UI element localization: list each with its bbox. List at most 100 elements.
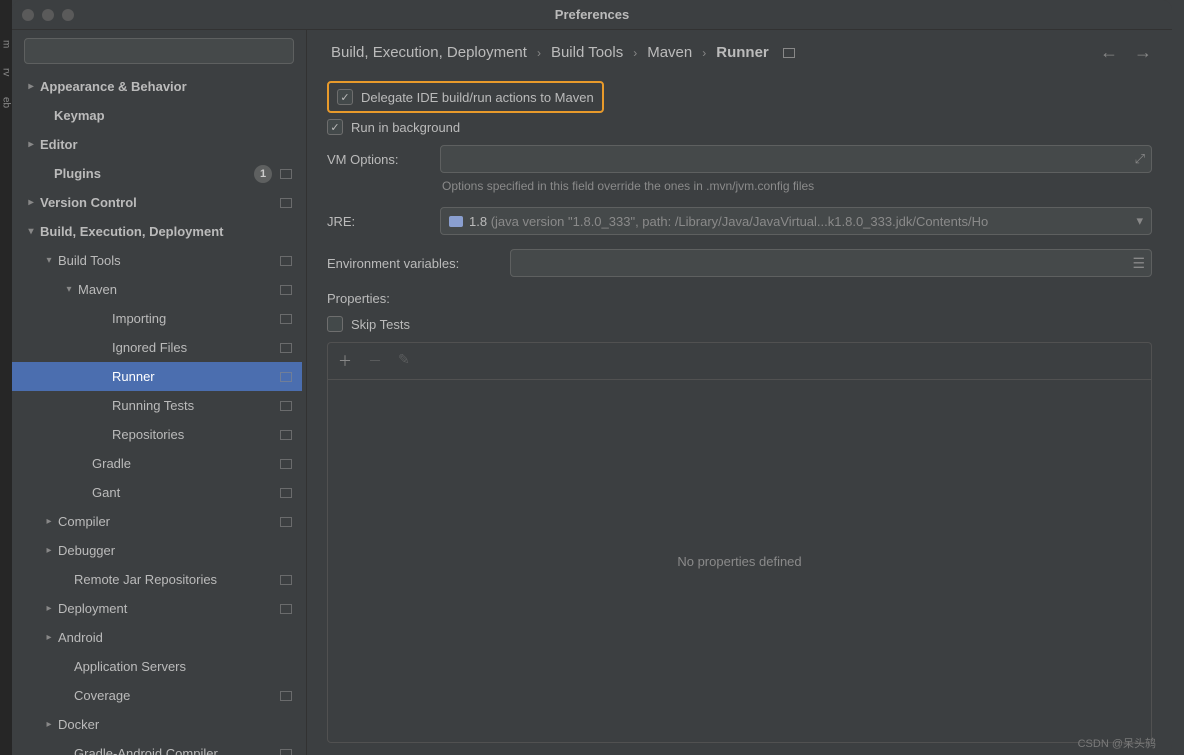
sidebar-item[interactable]: ▸Android (12, 623, 302, 652)
chevron-right-icon: › (702, 46, 706, 60)
chevron-right-icon: › (537, 46, 541, 60)
background-label: Run in background (351, 120, 460, 135)
sidebar-item[interactable]: ▾Maven (12, 275, 302, 304)
chevron-down-icon[interactable]: ▾ (24, 226, 38, 237)
sidebar-item[interactable]: ▸Appearance & Behavior (12, 72, 302, 101)
env-variables-input[interactable]: ☰ (510, 249, 1152, 277)
sidebar-item[interactable]: Importing (12, 304, 302, 333)
chevron-right-icon[interactable]: ▸ (42, 603, 56, 614)
sidebar-item-label: Maven (78, 282, 276, 297)
chevron-down-icon: ▾ (1136, 213, 1143, 229)
sidebar-item[interactable]: Repositories (12, 420, 302, 449)
project-scope-icon (280, 314, 292, 324)
project-scope-icon (280, 169, 292, 179)
project-scope-icon (280, 691, 292, 701)
nav-back-button[interactable]: ← (1100, 42, 1118, 63)
sidebar-item[interactable]: ▸Docker (12, 710, 302, 739)
chevron-right-icon[interactable]: ▸ (42, 632, 56, 643)
sidebar-item[interactable]: Coverage (12, 681, 302, 710)
sidebar-item[interactable]: Running Tests (12, 391, 302, 420)
zoom-window-button[interactable] (62, 9, 74, 21)
jre-select[interactable]: 1.8 (java version "1.8.0_333", path: /Li… (440, 207, 1152, 235)
project-scope-icon (280, 372, 292, 382)
delegate-highlight: Delegate IDE build/run actions to Maven (327, 81, 604, 113)
chevron-right-icon[interactable]: ▸ (24, 139, 38, 150)
settings-sidebar: 🔍 ▸Appearance & BehaviorKeymap▸EditorPlu… (12, 30, 307, 755)
sidebar-item-label: Plugins (54, 166, 254, 181)
chevron-right-icon: › (633, 46, 637, 60)
edit-button[interactable]: ✎ (398, 351, 410, 371)
sidebar-item[interactable]: Remote Jar Repositories (12, 565, 302, 594)
chevron-down-icon[interactable]: ▾ (42, 255, 56, 266)
delegate-label: Delegate IDE build/run actions to Maven (361, 90, 594, 105)
project-scope-icon (280, 604, 292, 614)
sidebar-item-label: Ignored Files (112, 340, 276, 355)
sidebar-item[interactable]: Runner (12, 362, 302, 391)
chevron-right-icon[interactable]: ▸ (24, 197, 38, 208)
close-window-button[interactable] (22, 9, 34, 21)
sidebar-item-label: Gradle (92, 456, 276, 471)
search-input[interactable] (24, 38, 294, 64)
expand-icon[interactable]: ⤢ (1135, 151, 1145, 167)
jre-value: 1.8 (469, 214, 487, 229)
sidebar-item[interactable]: Ignored Files (12, 333, 302, 362)
list-icon[interactable]: ☰ (1132, 255, 1145, 272)
sidebar-item[interactable]: Gradle-Android Compiler (12, 739, 302, 755)
crumb-0[interactable]: Build, Execution, Deployment (331, 44, 527, 61)
crumb-2[interactable]: Maven (647, 44, 692, 61)
sidebar-item-label: Gant (92, 485, 276, 500)
sidebar-item[interactable]: ▸Debugger (12, 536, 302, 565)
sidebar-item-label: Coverage (74, 688, 276, 703)
vm-options-input[interactable]: ⤢ (440, 145, 1152, 173)
sidebar-item[interactable]: Plugins1 (12, 159, 302, 188)
settings-tree[interactable]: ▸Appearance & BehaviorKeymap▸EditorPlugi… (12, 72, 306, 755)
properties-label: Properties: (327, 291, 1152, 306)
sidebar-item[interactable]: ▾Build, Execution, Deployment (12, 217, 302, 246)
sidebar-item[interactable]: Gant (12, 478, 302, 507)
main-panel: Build, Execution, Deployment › Build Too… (307, 30, 1172, 755)
remove-button[interactable]: － (368, 351, 382, 371)
background-checkbox[interactable] (327, 119, 343, 135)
sidebar-item[interactable]: ▸Deployment (12, 594, 302, 623)
sidebar-item-label: Deployment (58, 601, 276, 616)
minimize-window-button[interactable] (42, 9, 54, 21)
sidebar-item[interactable]: Keymap (12, 101, 302, 130)
project-scope-icon (280, 459, 292, 469)
delegate-checkbox[interactable] (337, 89, 353, 105)
sidebar-item[interactable]: ▸Compiler (12, 507, 302, 536)
sidebar-item[interactable]: ▾Build Tools (12, 246, 302, 275)
properties-list[interactable]: No properties defined (327, 379, 1152, 743)
vm-options-hint: Options specified in this field override… (442, 179, 1152, 193)
skip-tests-checkbox[interactable] (327, 316, 343, 332)
sidebar-item-label: Build Tools (58, 253, 276, 268)
sidebar-item[interactable]: ▸Editor (12, 130, 302, 159)
chevron-down-icon[interactable]: ▾ (62, 284, 76, 295)
sidebar-item-label: Editor (40, 137, 292, 152)
crumb-1[interactable]: Build Tools (551, 44, 623, 61)
vm-options-label: VM Options: (327, 152, 432, 167)
sidebar-item-label: Docker (58, 717, 292, 732)
nav-forward-button[interactable]: → (1134, 42, 1152, 63)
chevron-right-icon[interactable]: ▸ (42, 516, 56, 527)
project-scope-icon (280, 343, 292, 353)
project-scope-icon (280, 575, 292, 585)
jre-label: JRE: (327, 214, 432, 229)
project-scope-icon (280, 749, 292, 755)
chevron-right-icon[interactable]: ▸ (42, 719, 56, 730)
empty-properties-text: No properties defined (677, 554, 801, 569)
chevron-right-icon[interactable]: ▸ (42, 545, 56, 556)
sidebar-item[interactable]: Gradle (12, 449, 302, 478)
sidebar-item-label: Debugger (58, 543, 292, 558)
project-scope-icon (280, 401, 292, 411)
left-tool-strip: mrveb (0, 0, 12, 755)
chevron-right-icon[interactable]: ▸ (24, 81, 38, 92)
preferences-window: Preferences 🔍 ▸Appearance & BehaviorKeym… (12, 0, 1172, 755)
sidebar-item[interactable]: ▸Version Control (12, 188, 302, 217)
skip-tests-label: Skip Tests (351, 317, 410, 332)
project-scope-icon (280, 285, 292, 295)
env-label: Environment variables: (327, 256, 502, 271)
sidebar-item[interactable]: Application Servers (12, 652, 302, 681)
sidebar-item-label: Gradle-Android Compiler (74, 746, 276, 755)
add-button[interactable]: ＋ (338, 351, 352, 371)
window-title: Preferences (555, 7, 629, 22)
